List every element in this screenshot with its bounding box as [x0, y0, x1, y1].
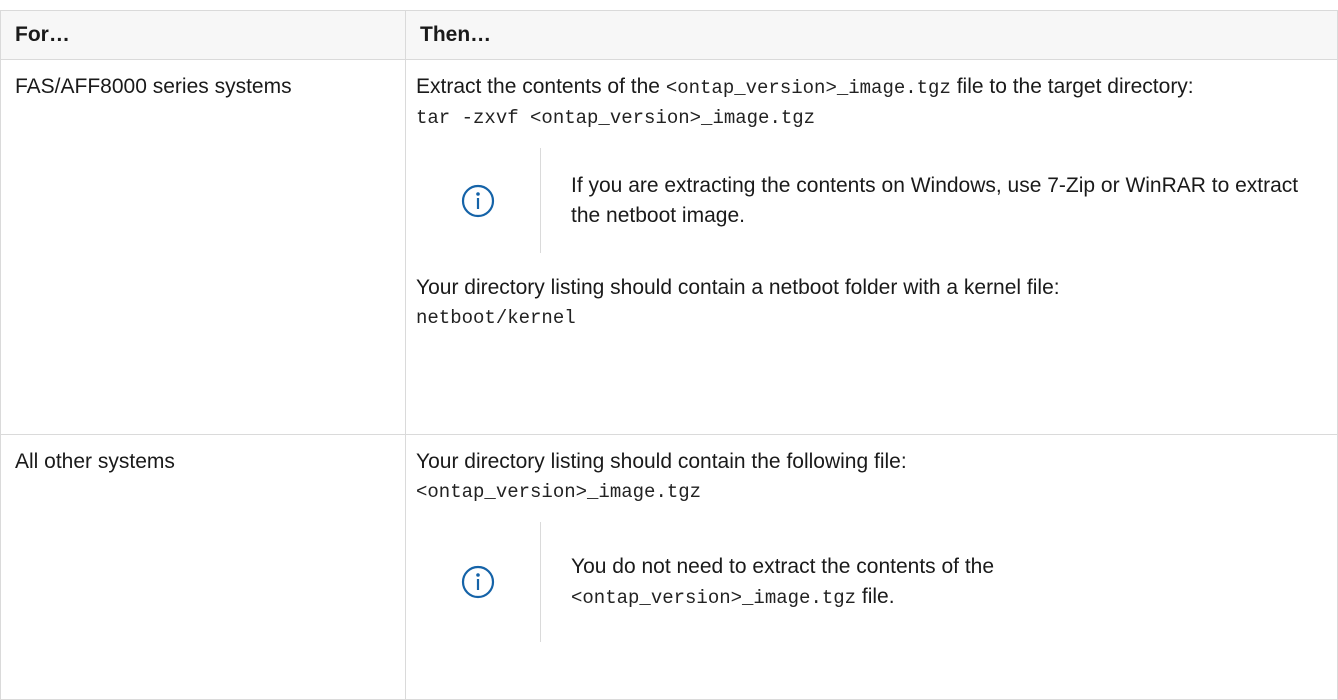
table-row: All other systems Your directory listing… — [0, 434, 1338, 700]
inline-code-filename: <ontap_version>_image.tgz — [665, 77, 951, 99]
note-content: If you are extracting the contents on Wi… — [571, 173, 1299, 227]
instruction-text-end: file to the target directory: — [950, 75, 1194, 98]
listing-instruction: Your directory listing should contain th… — [416, 450, 907, 473]
note-content: You do not need to extract the contents … — [571, 552, 1091, 613]
table-row: FAS/AFF8000 series systems Extract the c… — [0, 59, 1338, 435]
note-icon-cell — [416, 522, 541, 642]
row-instructions: Extract the contents of the <ontap_versi… — [405, 59, 1338, 435]
header-for: For… — [0, 10, 406, 60]
inline-code-filename: <ontap_version>_image.tgz — [571, 586, 857, 609]
header-then: Then… — [405, 10, 1338, 60]
comparison-table: For… Then… FAS/AFF8000 series systems Ex… — [0, 10, 1338, 700]
table-header-row: For… Then… — [0, 10, 1338, 60]
tar-command: tar -zxvf <ontap_version>_image.tgz — [416, 107, 816, 129]
note-icon-cell — [416, 148, 541, 253]
listing-path: netboot/kernel — [416, 307, 576, 329]
extract-instruction: Extract the contents of the <ontap_versi… — [416, 72, 1337, 103]
listing-filename: <ontap_version>_image.tgz — [416, 481, 702, 503]
instruction-text: Extract the contents of the — [416, 75, 666, 98]
info-circle-icon — [461, 565, 495, 599]
note-text: You do not need to extract the contents … — [541, 522, 1091, 642]
row-system-fas-aff8000: FAS/AFF8000 series systems — [0, 59, 406, 435]
note-text: If you are extracting the contents on Wi… — [541, 148, 1331, 253]
note-admonition: You do not need to extract the contents … — [416, 522, 1337, 642]
info-circle-icon — [461, 184, 495, 217]
row-system-all-other: All other systems — [0, 434, 406, 700]
note-text-end: file. — [856, 584, 895, 608]
note-text-start: You do not need to extract the contents … — [571, 554, 995, 578]
listing-instruction: Your directory listing should contain a … — [416, 276, 1060, 299]
note-admonition: If you are extracting the contents on Wi… — [416, 148, 1337, 253]
row-instructions: Your directory listing should contain th… — [405, 434, 1338, 700]
